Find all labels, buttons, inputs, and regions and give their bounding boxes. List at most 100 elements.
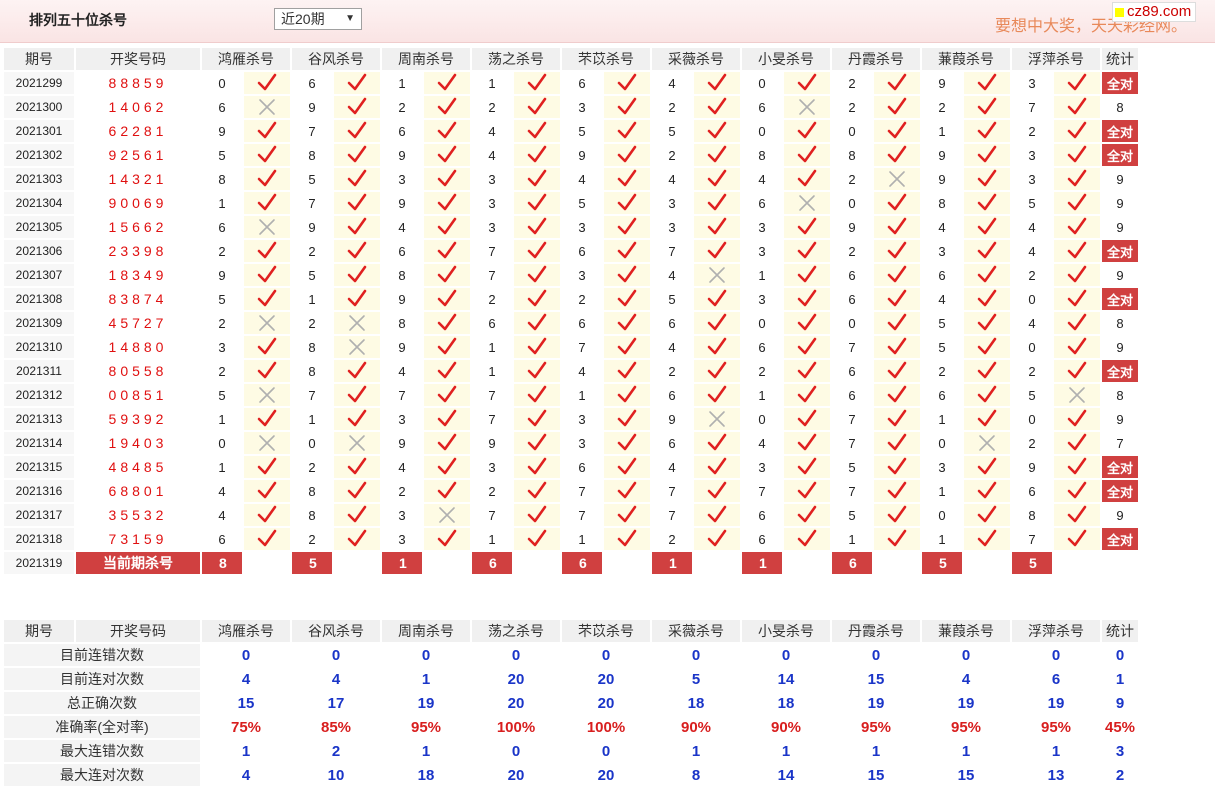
check-icon xyxy=(257,481,277,499)
stats-value: 9 xyxy=(1102,692,1138,714)
stats-value: 18 xyxy=(652,692,740,714)
check-icon xyxy=(887,217,907,235)
table-row: 2021299 88859 0 6 1 1 6 4 0 2 9 3 全对 xyxy=(4,72,1138,94)
stats-row: 总正确次数 15 17 19 20 20 18 18 19 19 19 9 xyxy=(4,692,1138,714)
kill-number-cell: 2 xyxy=(1012,120,1052,142)
check-icon xyxy=(797,505,817,523)
header-expert: 小旻杀号 xyxy=(742,48,830,70)
result-mark-cell xyxy=(514,384,560,406)
kill-number-cell: 0 xyxy=(922,432,962,454)
result-mark-cell xyxy=(514,144,560,166)
current-kill-number: 5 xyxy=(922,552,962,574)
period-cell: 2021306 xyxy=(4,240,74,262)
check-icon xyxy=(257,529,277,547)
kill-number-cell: 5 xyxy=(202,144,242,166)
check-icon xyxy=(437,457,457,475)
stats-row: 准确率(全对率) 75% 85% 95% 100% 100% 90% 90% 95% 95% 95%… xyxy=(4,716,1138,738)
kill-number-cell: 9 xyxy=(202,264,242,286)
stat-cell: 全对 xyxy=(1102,360,1138,382)
stats-value: 20 xyxy=(472,764,560,786)
header-expert: 蒹葭杀号 xyxy=(922,48,1010,70)
kill-number-cell: 1 xyxy=(742,264,782,286)
result-mark-cell xyxy=(424,144,470,166)
kill-number-cell: 5 xyxy=(832,504,872,526)
check-icon xyxy=(1067,529,1087,547)
stats-value: 13 xyxy=(1012,764,1100,786)
check-icon xyxy=(707,457,727,475)
stats-value: 45% xyxy=(1102,716,1138,738)
stat-cell: 全对 xyxy=(1102,120,1138,142)
check-icon xyxy=(707,481,727,499)
check-icon xyxy=(347,361,367,379)
result-mark-cell xyxy=(694,408,740,430)
brand-logo[interactable]: cz89.com xyxy=(1112,2,1197,22)
check-icon xyxy=(617,409,637,427)
check-icon xyxy=(1067,73,1087,91)
check-icon xyxy=(707,385,727,403)
kill-number-cell: 4 xyxy=(202,504,242,526)
period-cell: 2021300 xyxy=(4,96,74,118)
kill-number-cell: 3 xyxy=(382,504,422,526)
current-blank-cell xyxy=(244,552,290,574)
check-icon xyxy=(347,121,367,139)
stats-value: 100% xyxy=(562,716,650,738)
stats-value: 1 xyxy=(832,740,920,762)
check-icon xyxy=(797,121,817,139)
kill-number-cell: 6 xyxy=(652,432,692,454)
check-icon xyxy=(977,385,997,403)
stats-value: 1 xyxy=(382,740,470,762)
check-icon xyxy=(437,361,457,379)
check-icon xyxy=(527,409,547,427)
result-mark-cell xyxy=(244,144,290,166)
current-blank-cell xyxy=(604,552,650,574)
stats-value: 0 xyxy=(472,740,560,762)
kill-number-cell: 0 xyxy=(742,120,782,142)
kill-number-cell: 2 xyxy=(832,72,872,94)
check-icon xyxy=(257,337,277,355)
kill-number-cell: 3 xyxy=(562,432,602,454)
result-mark-cell xyxy=(514,432,560,454)
kill-number-cell: 6 xyxy=(652,312,692,334)
check-icon xyxy=(797,241,817,259)
result-mark-cell xyxy=(244,360,290,382)
result-mark-cell xyxy=(514,192,560,214)
kill-number-cell: 4 xyxy=(382,360,422,382)
period-select-value: 近20期 xyxy=(281,11,325,27)
draw-number-cell: 68801 xyxy=(76,480,200,502)
check-icon xyxy=(887,337,907,355)
result-mark-cell xyxy=(1054,504,1100,526)
header-expert: 周南杀号 xyxy=(382,48,470,70)
kill-number-cell: 3 xyxy=(382,168,422,190)
result-mark-cell xyxy=(424,336,470,358)
kill-number-cell: 3 xyxy=(742,240,782,262)
kill-number-cell: 7 xyxy=(562,336,602,358)
check-icon xyxy=(617,217,637,235)
check-icon xyxy=(707,313,727,331)
kill-number-cell: 4 xyxy=(652,456,692,478)
result-mark-cell xyxy=(604,144,650,166)
result-mark-cell xyxy=(784,360,830,382)
check-icon xyxy=(977,97,997,115)
stats-value: 1 xyxy=(1102,668,1138,690)
kill-number-cell: 8 xyxy=(382,264,422,286)
kill-number-cell: 4 xyxy=(742,168,782,190)
kill-number-cell: 4 xyxy=(652,264,692,286)
result-mark-cell xyxy=(244,528,290,550)
kill-number-cell: 8 xyxy=(742,144,782,166)
period-cell: 2021315 xyxy=(4,456,74,478)
kill-number-cell: 2 xyxy=(922,96,962,118)
result-mark-cell xyxy=(784,192,830,214)
header-draw: 开奖号码 xyxy=(76,620,200,642)
check-icon xyxy=(887,481,907,499)
stats-value: 6 xyxy=(1012,668,1100,690)
check-icon xyxy=(1067,145,1087,163)
kill-number-cell: 9 xyxy=(382,336,422,358)
check-icon xyxy=(797,265,817,283)
kill-number-cell: 7 xyxy=(832,408,872,430)
stat-cell: 全对 xyxy=(1102,288,1138,310)
result-mark-cell xyxy=(244,480,290,502)
stat-cell: 9 xyxy=(1102,264,1138,286)
check-icon xyxy=(617,313,637,331)
period-select[interactable]: 近20期 ▼ xyxy=(274,8,362,30)
result-mark-cell xyxy=(604,504,650,526)
